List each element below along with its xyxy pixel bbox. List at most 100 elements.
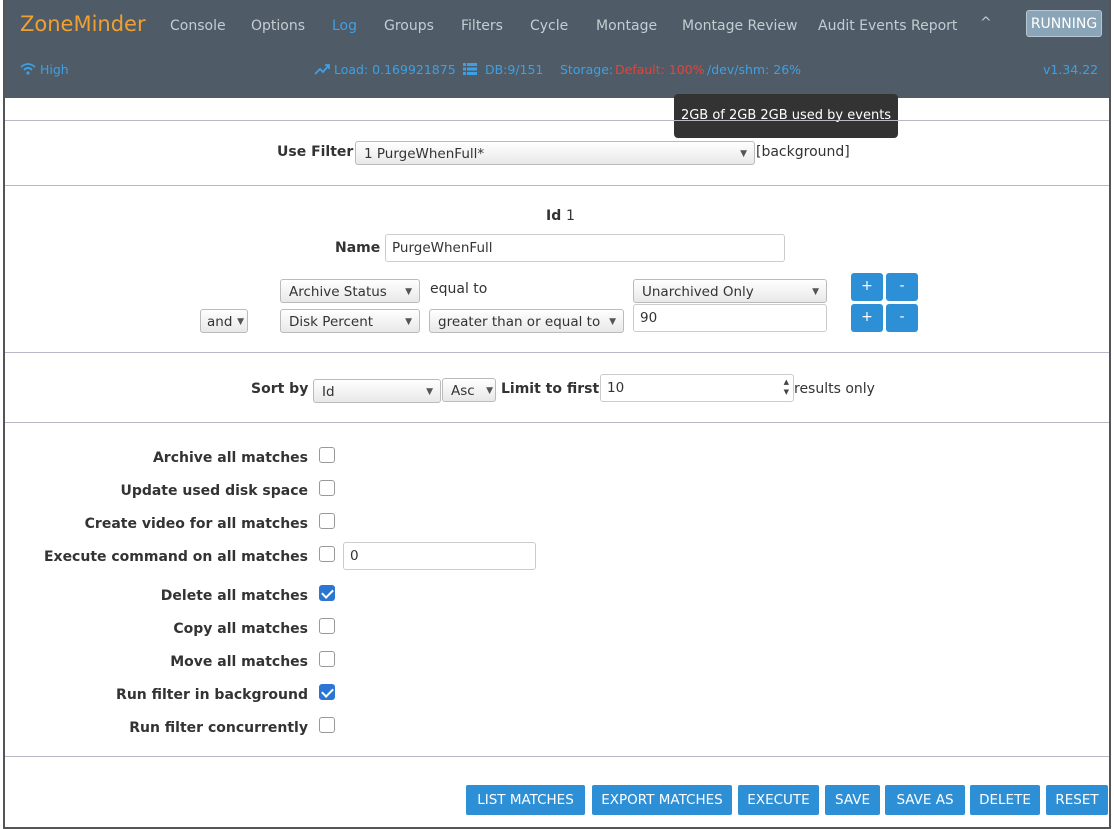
brand-logo[interactable]: ZoneMinder	[20, 12, 146, 36]
divider	[5, 185, 1109, 186]
nav-groups[interactable]: Groups	[384, 18, 434, 34]
nav-audit-events-report[interactable]: Audit Events Report	[818, 18, 957, 34]
move-matches-label: Move all matches	[170, 654, 308, 670]
chevron-down-icon: ▼	[426, 387, 433, 397]
chevron-down-icon: ▼	[740, 149, 747, 159]
term-2-value-input[interactable]: 90	[633, 304, 827, 332]
execute-command-label: Execute command on all matches	[43, 549, 308, 565]
remove-term-button[interactable]: -	[886, 304, 918, 332]
id-value: 1	[566, 208, 575, 224]
save-as-button[interactable]: SAVE AS	[885, 785, 965, 815]
navbar: ZoneMinder Console Options Log Groups Fi…	[5, 0, 1109, 98]
sort-by-label: Sort by	[251, 381, 309, 397]
term-2-attribute-select[interactable]: Disk Percent ▼	[280, 309, 420, 333]
storage-tooltip: 2GB of 2GB 2GB used by events	[674, 94, 898, 138]
delete-button[interactable]: DELETE	[970, 785, 1040, 815]
update-disk-space-label: Update used disk space	[120, 483, 308, 499]
run-state-button[interactable]: RUNNING	[1026, 10, 1102, 37]
sort-direction-value: Asc	[451, 383, 475, 399]
sort-field-select[interactable]: Id ▼	[313, 379, 441, 403]
nav-montage-review[interactable]: Montage Review	[682, 18, 798, 34]
term-2-operator-select[interactable]: greater than or equal to ▼	[429, 309, 624, 333]
list-matches-button[interactable]: LIST MATCHES	[466, 785, 585, 815]
load-status: Load: 0.169921875	[314, 62, 456, 77]
trend-icon	[314, 64, 330, 75]
run-background-label: Run filter in background	[116, 687, 308, 703]
spinner-arrows-icon[interactable]: ▲ ▼	[784, 377, 789, 397]
run-concurrently-label: Run filter concurrently	[129, 720, 308, 736]
load-label: Load: 0.169921875	[333, 62, 456, 77]
name-label: Name	[335, 240, 381, 256]
bandwidth-label: High	[39, 62, 69, 77]
term-1-operator: equal to	[430, 281, 488, 297]
chevron-down-icon: ▼	[405, 317, 412, 327]
execute-command-checkbox[interactable]	[319, 546, 335, 562]
wifi-icon	[20, 63, 36, 75]
filter-name-input[interactable]: PurgeWhenFull	[385, 234, 785, 262]
term-1-attribute-select[interactable]: Archive Status ▼	[280, 279, 420, 303]
storage-default: Default: 100%	[615, 62, 705, 77]
archive-matches-checkbox[interactable]	[319, 447, 335, 463]
term-1-value-select[interactable]: Unarchived Only ▼	[633, 279, 827, 303]
id-label: Id	[546, 208, 562, 224]
divider	[5, 352, 1109, 353]
filter-select[interactable]: 1 PurgeWhenFull* ▼	[355, 141, 755, 165]
limit-input[interactable]: 10 ▲ ▼	[600, 374, 794, 402]
delete-matches-label: Delete all matches	[160, 588, 308, 604]
reset-button[interactable]: RESET	[1046, 785, 1108, 815]
use-filter-label: Use Filter	[277, 144, 354, 160]
copy-matches-checkbox[interactable]	[319, 618, 335, 634]
term-2-conjunction-value: and	[207, 314, 233, 330]
storage-label: Storage:	[560, 62, 614, 77]
chevron-down-icon: ▼	[405, 287, 412, 297]
export-matches-button[interactable]: EXPORT MATCHES	[592, 785, 732, 815]
divider	[5, 422, 1109, 423]
db-label: DB:9/151	[484, 62, 544, 77]
execute-command-input[interactable]: 0	[343, 542, 536, 570]
filter-background-tag: [background]	[756, 144, 850, 160]
nav-montage[interactable]: Montage	[596, 18, 657, 34]
nav-cycle[interactable]: Cycle	[530, 18, 568, 34]
sort-direction-select[interactable]: Asc ▼	[442, 378, 496, 402]
delete-matches-checkbox[interactable]	[319, 585, 335, 601]
save-button[interactable]: SAVE	[825, 785, 880, 815]
execute-button[interactable]: EXECUTE	[738, 785, 819, 815]
term-1-attribute-value: Archive Status	[289, 284, 387, 300]
chevron-down-icon: ▼	[237, 317, 244, 327]
archive-matches-label: Archive all matches	[152, 450, 308, 466]
add-term-button[interactable]: +	[851, 304, 883, 332]
divider	[5, 756, 1109, 757]
term-2-attribute-value: Disk Percent	[289, 314, 374, 330]
move-matches-checkbox[interactable]	[319, 651, 335, 667]
bandwidth-status[interactable]: High	[20, 62, 69, 77]
app-window: ZoneMinder Console Options Log Groups Fi…	[3, 0, 1111, 829]
nav-log[interactable]: Log	[332, 18, 357, 34]
list-icon	[463, 63, 477, 75]
db-status: DB:9/151	[463, 62, 543, 77]
run-concurrently-checkbox[interactable]	[319, 717, 335, 733]
nav-options[interactable]: Options	[251, 18, 305, 34]
sort-field-value: Id	[322, 384, 335, 400]
results-only-label: results only	[794, 381, 875, 397]
storage-shm: /dev/shm: 26%	[707, 62, 802, 77]
run-background-checkbox[interactable]	[319, 684, 335, 700]
nav-filters[interactable]: Filters	[461, 18, 503, 34]
nav-console[interactable]: Console	[170, 18, 226, 34]
divider	[5, 120, 1109, 121]
copy-matches-label: Copy all matches	[173, 621, 308, 637]
add-term-button[interactable]: +	[851, 273, 883, 301]
create-video-checkbox[interactable]	[319, 513, 335, 529]
remove-term-button[interactable]: -	[886, 273, 918, 301]
version-label: v1.34.22	[1043, 62, 1099, 77]
update-disk-space-checkbox[interactable]	[319, 480, 335, 496]
term-1-value: Unarchived Only	[642, 284, 754, 300]
create-video-label: Create video for all matches	[84, 516, 308, 532]
chevron-down-icon: ▼	[609, 317, 616, 327]
chevron-down-icon: ▼	[486, 386, 493, 396]
term-2-operator-value: greater than or equal to	[438, 314, 601, 330]
limit-value: 10	[607, 380, 625, 396]
filter-select-value: 1 PurgeWhenFull*	[364, 146, 485, 162]
term-2-conjunction-select[interactable]: and ▼	[200, 309, 248, 333]
chevron-down-icon: ▼	[812, 287, 819, 297]
collapse-chevron-icon[interactable]: ^	[980, 15, 992, 31]
